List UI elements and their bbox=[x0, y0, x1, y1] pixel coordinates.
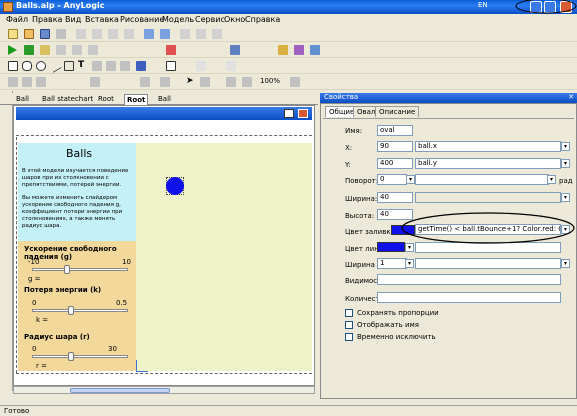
window-controls-annotation-oval bbox=[515, 0, 577, 14]
status-text: Готово bbox=[4, 407, 30, 415]
status-bar: Готово bbox=[0, 405, 577, 416]
fill-annotation-oval bbox=[401, 212, 575, 244]
annotation-overlay bbox=[401, 0, 577, 244]
